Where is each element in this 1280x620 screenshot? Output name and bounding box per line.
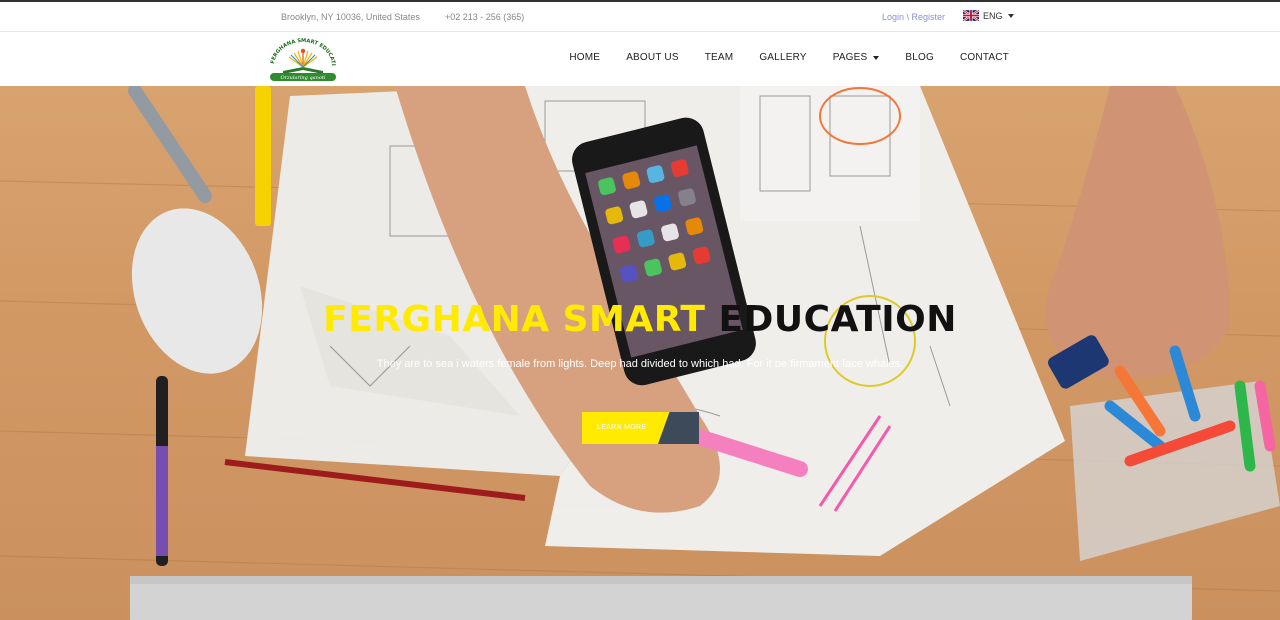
logo-ribbon-text: Orzularing qanoti [281, 75, 326, 81]
nav-gallery[interactable]: GALLERY [759, 52, 806, 63]
nav-home[interactable]: HOME [569, 52, 600, 63]
nav-contact[interactable]: CONTACT [960, 52, 1009, 63]
main-nav: HOME ABOUT US TEAM GALLERY PAGES BLOG CO… [543, 52, 1009, 63]
language-selector[interactable]: ENG [963, 10, 1014, 21]
site-logo[interactable]: FERGHANA SMART EDUCATION Orzularing qano… [266, 38, 340, 82]
caret-down-icon [1007, 13, 1014, 18]
nav-pages[interactable]: PAGES [833, 52, 880, 63]
nav-team[interactable]: TEAM [705, 52, 734, 63]
hero-title-rest: EDUCATION [718, 299, 957, 340]
hero-subtitle: They are to sea i waters female from lig… [376, 358, 904, 370]
login-register-link[interactable]: Login \ Register [882, 12, 945, 22]
hero-banner: FERGHANA SMART EDUCATION They are to sea… [0, 86, 1280, 620]
hero-background-image [0, 86, 1280, 620]
hero-title-highlight: FERGHANA SMART [323, 299, 706, 340]
nav-blog[interactable]: BLOG [905, 52, 934, 63]
learn-more-label: LEARN MORE [597, 424, 647, 431]
caret-down-icon [873, 55, 880, 60]
learn-more-button[interactable]: LEARN MORE [582, 412, 699, 444]
uk-flag-icon [963, 10, 979, 21]
nav-about-us[interactable]: ABOUT US [626, 52, 679, 63]
language-label: ENG [983, 10, 1003, 21]
top-info-bar: Brooklyn, NY 10036, United States +02 21… [0, 0, 1280, 32]
book-icon [283, 48, 323, 74]
address-text: Brooklyn, NY 10036, United States [281, 12, 420, 22]
phone-text: +02 213 - 256 (365) [445, 12, 525, 22]
main-navbar: FERGHANA SMART EDUCATION Orzularing qano… [0, 32, 1280, 86]
hero-title: FERGHANA SMART EDUCATION [0, 299, 1280, 340]
